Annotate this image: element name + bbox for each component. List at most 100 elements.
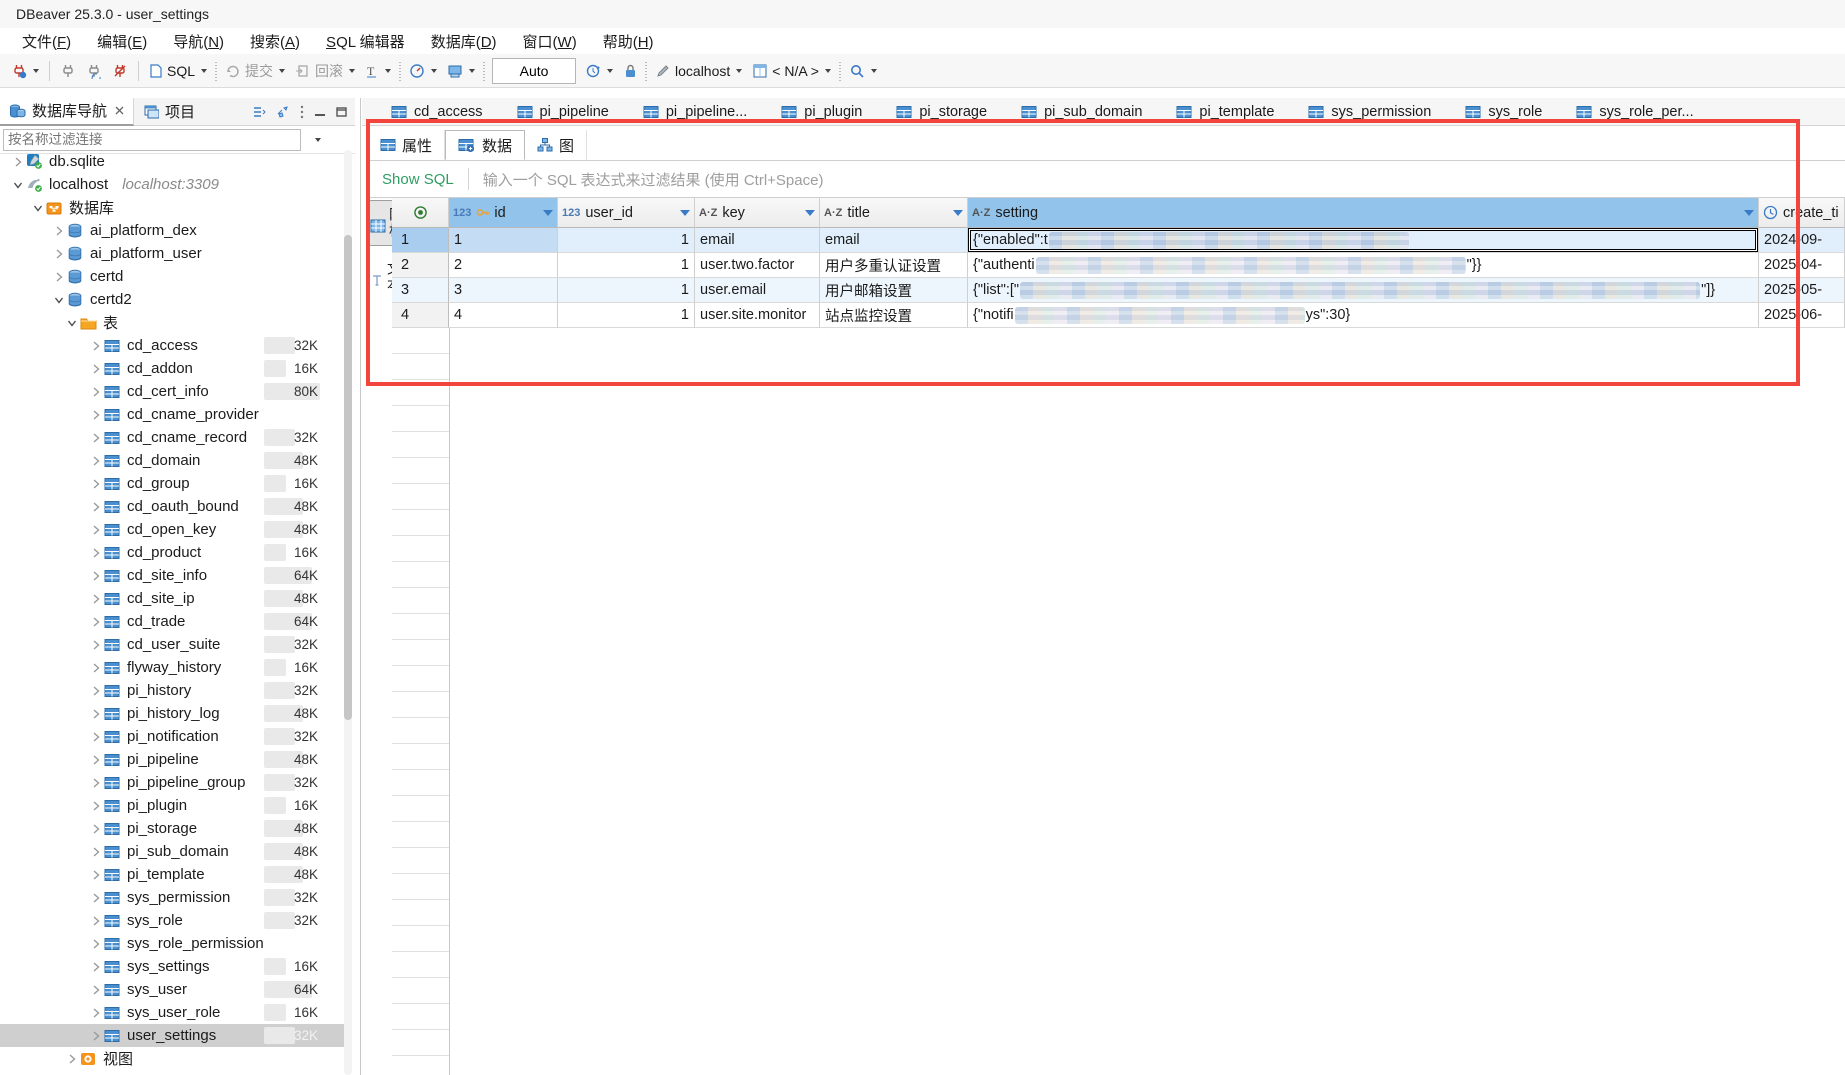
results-tab-图[interactable]: 图 — [525, 130, 587, 160]
active-database-button[interactable]: < N/A > — [747, 60, 836, 82]
menu-item-6[interactable]: 窗口(W) — [511, 28, 589, 55]
tree-item-user_settings[interactable]: user_settings32K — [0, 1024, 344, 1047]
chevron-right-icon[interactable] — [51, 225, 67, 237]
chevron-right-icon[interactable] — [88, 915, 104, 927]
filter-dropdown-caret[interactable] — [315, 138, 321, 142]
cell-title[interactable]: 用户多重认证设置 — [820, 253, 968, 278]
cell-title[interactable]: email — [820, 228, 968, 253]
tree-item-ai_platform_user[interactable]: ai_platform_user — [0, 242, 344, 265]
cell-setting[interactable]: {"list":[""]} — [968, 278, 1759, 303]
column-header-key[interactable]: A·Zkey — [695, 198, 820, 228]
editor-tab-pi_template[interactable]: pi_template — [1159, 98, 1291, 126]
chevron-right-icon[interactable] — [88, 524, 104, 536]
chevron-right-icon[interactable] — [88, 1030, 104, 1042]
chevron-right-icon[interactable] — [88, 432, 104, 444]
row-number[interactable]: 3 — [392, 278, 449, 303]
tree-item-clipped[interactable] — [0, 1070, 344, 1075]
tree-item-pi_history[interactable]: pi_history32K — [0, 679, 344, 702]
cell-setting[interactable]: {"authenti"}} — [968, 253, 1759, 278]
column-header-create_ti[interactable]: create_ti — [1759, 198, 1845, 228]
cell-user_id[interactable]: 1 — [558, 278, 695, 303]
chevron-right-icon[interactable] — [88, 800, 104, 812]
row-number[interactable]: 1 — [392, 228, 449, 253]
dashboard-button[interactable] — [404, 60, 442, 82]
chevron-right-icon[interactable] — [88, 892, 104, 904]
tree-item-db.sqlite[interactable]: db.sqlite — [0, 150, 344, 173]
view-menu-icon[interactable] — [299, 104, 305, 120]
chevron-right-icon[interactable] — [88, 340, 104, 352]
column-header-id[interactable]: 123id — [449, 198, 558, 228]
tree-scrollbar[interactable] — [344, 150, 352, 1075]
tree-item-localhost[interactable]: localhostlocalhost:3309 — [0, 173, 344, 196]
tree-item-pi_history_log[interactable]: pi_history_log48K — [0, 702, 344, 725]
chevron-right-icon[interactable] — [88, 386, 104, 398]
tree-item-cd_trade[interactable]: cd_trade64K — [0, 610, 344, 633]
menu-item-3[interactable]: 搜索(A) — [238, 28, 312, 55]
tree-item-cd_group[interactable]: cd_group16K — [0, 472, 344, 495]
editor-tab-pi_storage[interactable]: pi_storage — [879, 98, 1004, 126]
chevron-right-icon[interactable] — [88, 1007, 104, 1019]
chevron-down-icon[interactable] — [30, 202, 46, 214]
sql-filter-placeholder[interactable]: 输入一个 SQL 表达式来过滤结果 (使用 Ctrl+Space) — [483, 169, 824, 190]
chevron-right-icon[interactable] — [88, 754, 104, 766]
maximize-icon[interactable] — [335, 106, 349, 118]
reconnect-button[interactable] — [81, 60, 107, 82]
auto-refresh-button[interactable] — [580, 60, 618, 82]
editor-tab-pi_plugin[interactable]: pi_plugin — [764, 98, 879, 126]
cell-create_ti[interactable]: 2025-05- — [1759, 278, 1845, 303]
transaction-mode-button[interactable]: T — [360, 60, 396, 82]
chevron-right-icon[interactable] — [88, 501, 104, 513]
editor-tab-sys_permission[interactable]: sys_permission — [1291, 98, 1448, 126]
cell-id[interactable]: 1 — [449, 228, 558, 253]
chevron-right-icon[interactable] — [10, 156, 26, 168]
chevron-right-icon[interactable] — [64, 1053, 80, 1065]
tree-item-sys_role[interactable]: sys_role32K — [0, 909, 344, 932]
column-filter-caret[interactable] — [805, 210, 815, 216]
tree-item-cd_site_info[interactable]: cd_site_info64K — [0, 564, 344, 587]
chevron-right-icon[interactable] — [88, 478, 104, 490]
cell-key[interactable]: user.two.factor — [695, 253, 820, 278]
new-connection-button[interactable] — [6, 60, 44, 82]
tree-item-cd_cname_record[interactable]: cd_cname_record32K — [0, 426, 344, 449]
close-icon[interactable] — [115, 103, 124, 118]
tree-item-cd_domain[interactable]: cd_domain48K — [0, 449, 344, 472]
menu-item-5[interactable]: 数据库(D) — [419, 28, 509, 55]
chevron-right-icon[interactable] — [88, 455, 104, 467]
chevron-right-icon[interactable] — [88, 961, 104, 973]
tree-item-cd_open_key[interactable]: cd_open_key48K — [0, 518, 344, 541]
search-button[interactable] — [844, 60, 882, 82]
tree-item-pi_sub_domain[interactable]: pi_sub_domain48K — [0, 840, 344, 863]
cell-id[interactable]: 4 — [449, 303, 558, 328]
active-connection-button[interactable]: localhost — [650, 60, 747, 82]
column-header-user_id[interactable]: 123user_id — [558, 198, 695, 228]
tree-item-ai_platform_dex[interactable]: ai_platform_dex — [0, 219, 344, 242]
editor-tab-pi_sub_domain[interactable]: pi_sub_domain — [1004, 98, 1159, 126]
results-tab-属性[interactable]: 属性 — [368, 130, 445, 160]
tree-item-表[interactable]: 表 — [0, 311, 344, 334]
tree-item-cd_addon[interactable]: cd_addon16K — [0, 357, 344, 380]
chevron-right-icon[interactable] — [88, 731, 104, 743]
sidebar-tab-projects[interactable]: 项目 — [134, 98, 204, 126]
column-filter-caret[interactable] — [680, 210, 690, 216]
cell-key[interactable]: user.site.monitor — [695, 303, 820, 328]
row-number[interactable]: 4 — [392, 303, 449, 328]
link-editor-icon[interactable] — [275, 104, 291, 120]
tree-item-cd_cert_info[interactable]: cd_cert_info80K — [0, 380, 344, 403]
editor-tab-pi_pipeline[interactable]: pi_pipeline — [500, 98, 626, 126]
editor-tab-pi_pipeline[interactable]: pi_pipeline... — [626, 98, 764, 126]
chevron-right-icon[interactable] — [88, 708, 104, 720]
chevron-down-icon[interactable] — [10, 179, 26, 191]
chevron-right-icon[interactable] — [88, 616, 104, 628]
lock-button[interactable] — [618, 60, 642, 82]
disconnect-button[interactable] — [107, 60, 133, 82]
menu-item-1[interactable]: 编辑(E) — [85, 28, 159, 55]
tree-item-flyway_history[interactable]: flyway_history16K — [0, 656, 344, 679]
cell-user_id[interactable]: 1 — [558, 228, 695, 253]
cell-key[interactable]: user.email — [695, 278, 820, 303]
chevron-down-icon[interactable] — [51, 294, 67, 306]
chevron-right-icon[interactable] — [88, 777, 104, 789]
chevron-right-icon[interactable] — [88, 846, 104, 858]
cell-key[interactable]: email — [695, 228, 820, 253]
show-sql-button[interactable]: Show SQL — [382, 171, 454, 188]
menu-item-4[interactable]: SQL 编辑器 — [314, 28, 417, 55]
